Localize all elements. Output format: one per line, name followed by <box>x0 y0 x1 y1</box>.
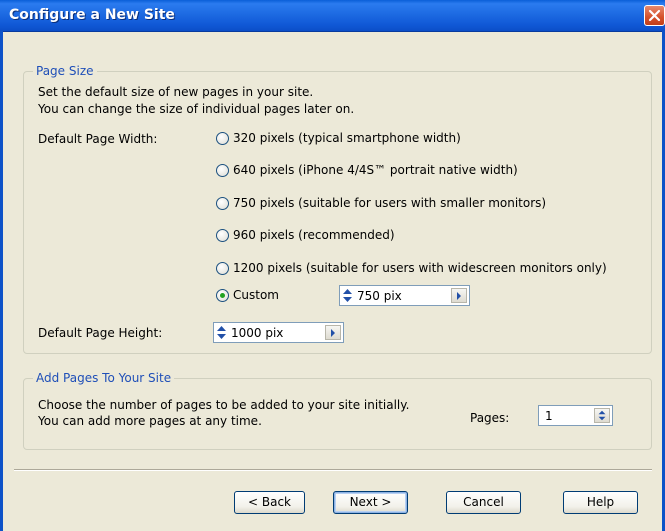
pages-updown-icon[interactable] <box>594 408 610 423</box>
pages-count-spinner[interactable]: 1 <box>538 405 613 426</box>
close-icon <box>648 9 661 22</box>
default-page-height-label: Default Page Height: <box>38 326 163 340</box>
add-pages-description-line1: Choose the number of pages to be added t… <box>38 398 410 412</box>
add-pages-description-line2: You can add more pages at any time. <box>38 414 262 428</box>
close-button[interactable] <box>644 5 665 26</box>
radio-1200[interactable] <box>216 261 229 275</box>
radio-750[interactable] <box>216 196 229 210</box>
spin-updown-icon[interactable] <box>342 288 353 303</box>
footer-separator <box>14 469 652 471</box>
width-option-1200[interactable]: 1200 pixels (suitable for users with wid… <box>216 261 607 275</box>
width-option-320-label: 320 pixels (typical smartphone width) <box>233 131 461 145</box>
cancel-button[interactable]: Cancel <box>446 491 521 514</box>
custom-width-value[interactable]: 750 pix <box>357 289 402 303</box>
page-height-spinner[interactable]: 1000 pix <box>213 322 344 343</box>
page-size-description-line2: You can change the size of individual pa… <box>38 102 355 116</box>
width-option-960-label: 960 pixels (recommended) <box>233 228 395 242</box>
back-button[interactable]: < Back <box>234 491 305 514</box>
page-height-value[interactable]: 1000 pix <box>231 326 283 340</box>
radio-640[interactable] <box>216 163 229 177</box>
spin-updown-icon[interactable] <box>216 325 227 340</box>
add-pages-legend: Add Pages To Your Site <box>33 371 175 385</box>
width-option-custom-label: Custom <box>233 288 279 302</box>
window-title: Configure a New Site <box>9 7 175 23</box>
title-bar[interactable]: Configure a New Site <box>0 0 665 32</box>
radio-960[interactable] <box>216 228 229 242</box>
pages-count-value[interactable]: 1 <box>545 409 553 423</box>
width-option-320[interactable]: 320 pixels (typical smartphone width) <box>216 131 461 145</box>
width-option-750-label: 750 pixels (suitable for users with smal… <box>233 196 547 210</box>
width-option-750[interactable]: 750 pixels (suitable for users with smal… <box>216 196 546 210</box>
custom-width-arrow-right-icon[interactable] <box>451 288 467 303</box>
radio-320[interactable] <box>216 131 229 145</box>
pages-label: Pages: <box>470 411 510 425</box>
width-option-640[interactable]: 640 pixels (iPhone 4/4S™ portrait native… <box>216 163 518 177</box>
width-option-1200-label: 1200 pixels (suitable for users with wid… <box>233 261 607 275</box>
custom-width-spinner[interactable]: 750 pix <box>339 285 470 306</box>
window-border-left <box>0 31 3 531</box>
page-size-legend: Page Size <box>33 64 97 78</box>
next-button[interactable]: Next > <box>333 491 408 514</box>
default-page-width-label: Default Page Width: <box>38 132 158 146</box>
width-option-960[interactable]: 960 pixels (recommended) <box>216 228 395 242</box>
radio-custom[interactable] <box>216 288 229 302</box>
page-size-description-line1: Set the default size of new pages in you… <box>38 85 314 99</box>
width-option-640-label: 640 pixels (iPhone 4/4S™ portrait native… <box>233 163 518 177</box>
help-button[interactable]: Help <box>563 491 638 514</box>
page-height-arrow-right-icon[interactable] <box>325 325 341 340</box>
width-option-custom[interactable]: Custom <box>216 288 279 302</box>
